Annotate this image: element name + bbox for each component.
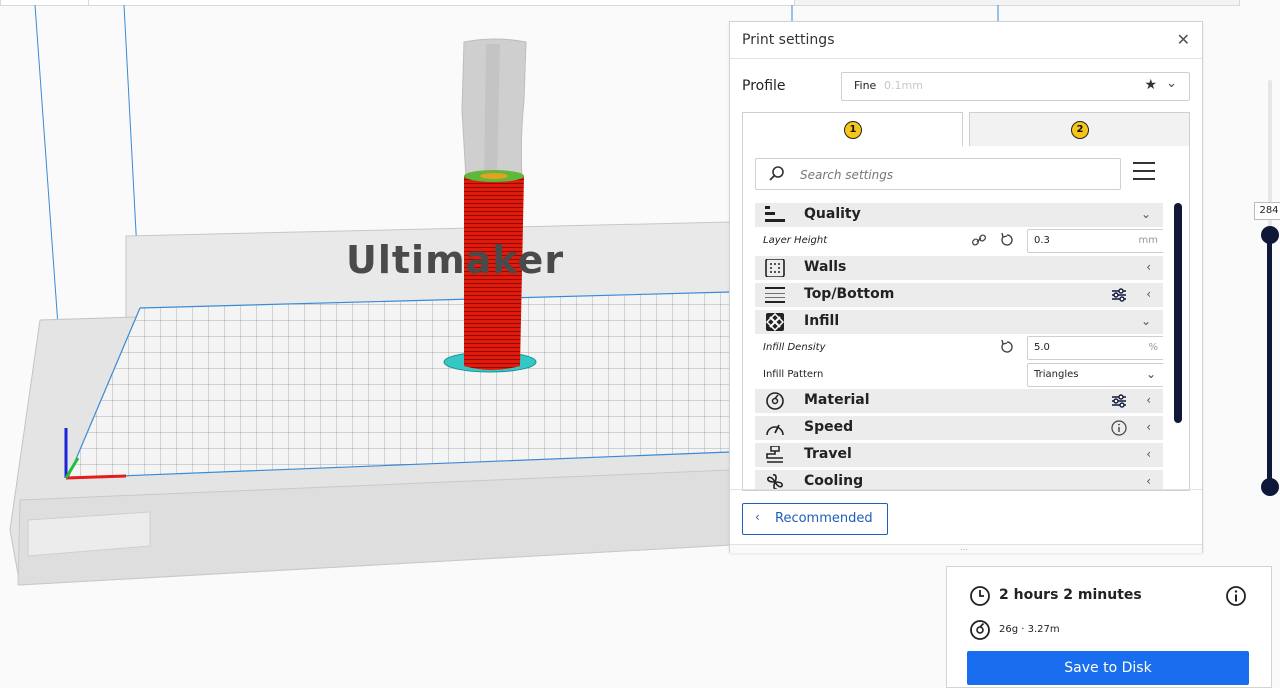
layer-height-input[interactable]: 0.3 mm (1027, 229, 1163, 253)
search-settings-box[interactable] (755, 158, 1121, 190)
travel-icon (766, 446, 783, 463)
infill-pattern-dropdown[interactable]: Triangles ⌄ (1027, 363, 1163, 387)
setting-infill-pattern: Infill Pattern Triangles ⌄ (755, 363, 1163, 387)
chevron-left-icon: ‹ (1146, 287, 1151, 301)
setting-label: Infill Density (763, 342, 826, 353)
layer-slider-bottom-handle[interactable] (1261, 478, 1279, 496)
profile-label: Profile (742, 78, 786, 94)
setting-label: Layer Height (763, 235, 828, 246)
setting-unit: mm (1138, 235, 1158, 246)
info-icon[interactable] (1111, 420, 1127, 436)
category-walls[interactable]: Walls ‹ (755, 256, 1163, 280)
layer-slider[interactable] (1255, 80, 1280, 500)
panel-resize-handle[interactable]: ⋯ (730, 544, 1202, 554)
category-top-bottom[interactable]: Top/Bottom ‹ (755, 283, 1163, 307)
chevron-down-icon: ⌄ (1166, 76, 1177, 91)
category-quality[interactable]: Quality ⌄ (755, 203, 1163, 227)
settings-tab-body: Quality ⌄ Layer Height 0.3 mm (742, 146, 1190, 491)
material-spool-icon (766, 392, 784, 410)
layer-slider-range[interactable] (1267, 235, 1272, 487)
tab-extruder-2[interactable]: 2 (969, 112, 1190, 148)
infill-density-input[interactable]: 5.0 % (1027, 336, 1163, 360)
setting-layer-height: Layer Height 0.3 mm (755, 229, 1163, 253)
category-label: Infill (804, 313, 840, 329)
clock-icon (970, 586, 990, 606)
category-label: Walls (804, 259, 847, 275)
layer-slider-top-handle[interactable] (1261, 226, 1279, 244)
chevron-down-icon: ⌄ (1140, 207, 1151, 221)
panel-header: Print settings ✕ (730, 22, 1202, 59)
printer-brand-logo: Ultimaker (346, 238, 565, 282)
setting-value: Triangles (1034, 369, 1079, 380)
chevron-down-icon: ⌄ (1145, 367, 1156, 381)
chevron-down-icon: ⌄ (1140, 314, 1151, 328)
link-icon[interactable] (971, 232, 987, 248)
quality-icon (765, 206, 785, 222)
settings-menu-icon[interactable] (1133, 162, 1155, 182)
chevron-left-icon: ‹ (1146, 260, 1151, 274)
custom-settings-icon[interactable] (1111, 393, 1127, 409)
chevron-left-icon: ‹ (1146, 420, 1151, 434)
save-to-disk-button[interactable]: Save to Disk (967, 651, 1249, 685)
category-label: Cooling (804, 473, 864, 489)
layer-number-input[interactable]: 284 (1254, 202, 1280, 220)
recommended-label: Recommended (775, 511, 873, 526)
chevron-left-icon: ‹ (1146, 393, 1151, 407)
category-label: Top/Bottom (804, 286, 895, 302)
walls-icon (765, 259, 785, 277)
print-time: 2 hours 2 minutes (999, 587, 1142, 603)
setting-infill-density: Infill Density 5.0 % (755, 336, 1163, 360)
print-settings-panel: Print settings ✕ Profile Fine 0.1mm ★ ⌄ … (729, 21, 1203, 554)
panel-title: Print settings (742, 32, 835, 48)
chevron-left-icon: ‹ (1146, 474, 1151, 488)
category-label: Travel (804, 446, 852, 462)
setting-value: 5.0 (1034, 342, 1050, 353)
tab-extruder-1[interactable]: 1 (742, 112, 963, 148)
category-cooling[interactable]: Cooling ‹ (755, 470, 1163, 490)
info-icon[interactable] (1225, 585, 1247, 607)
category-label: Speed (804, 419, 854, 435)
custom-settings-icon[interactable] (1111, 287, 1127, 303)
category-infill[interactable]: Infill ⌄ (755, 310, 1163, 334)
recommended-button[interactable]: ‹ Recommended (742, 503, 888, 535)
extruder-badge-1: 1 (844, 121, 862, 139)
setting-value: 0.3 (1034, 235, 1050, 246)
top-bottom-icon (765, 287, 785, 303)
search-input[interactable] (798, 164, 1102, 186)
profile-detail: 0.1mm (884, 79, 923, 92)
material-spool-icon (970, 620, 990, 640)
speed-gauge-icon (766, 424, 784, 436)
job-summary-panel: 2 hours 2 minutes 26g · 3.27m Save to Di… (946, 566, 1272, 688)
profile-name: Fine (854, 79, 877, 92)
star-icon[interactable]: ★ (1144, 77, 1157, 93)
setting-label: Infill Pattern (763, 369, 824, 380)
setting-unit: % (1148, 342, 1158, 353)
extruder-badge-2: 2 (1071, 121, 1089, 139)
close-icon[interactable]: ✕ (1177, 30, 1190, 49)
material-usage: 26g · 3.27m (999, 624, 1060, 635)
infill-icon (765, 313, 785, 331)
category-label: Material (804, 392, 870, 408)
panel-footer-divider (730, 489, 1202, 490)
profile-dropdown[interactable]: Fine 0.1mm ★ ⌄ (841, 72, 1190, 101)
category-travel[interactable]: Travel ‹ (755, 443, 1163, 467)
category-label: Quality (804, 206, 861, 222)
chevron-left-icon: ‹ (755, 510, 760, 524)
reset-icon[interactable] (999, 232, 1015, 248)
settings-list: Quality ⌄ Layer Height 0.3 mm Walls ‹ To… (743, 203, 1163, 490)
category-material[interactable]: Material ‹ (755, 389, 1163, 413)
reset-icon[interactable] (999, 339, 1015, 355)
fan-icon (767, 474, 783, 490)
search-icon (769, 166, 784, 181)
settings-scrollbar[interactable] (1174, 203, 1182, 423)
category-speed[interactable]: Speed ‹ (755, 416, 1163, 440)
chevron-left-icon: ‹ (1146, 447, 1151, 461)
